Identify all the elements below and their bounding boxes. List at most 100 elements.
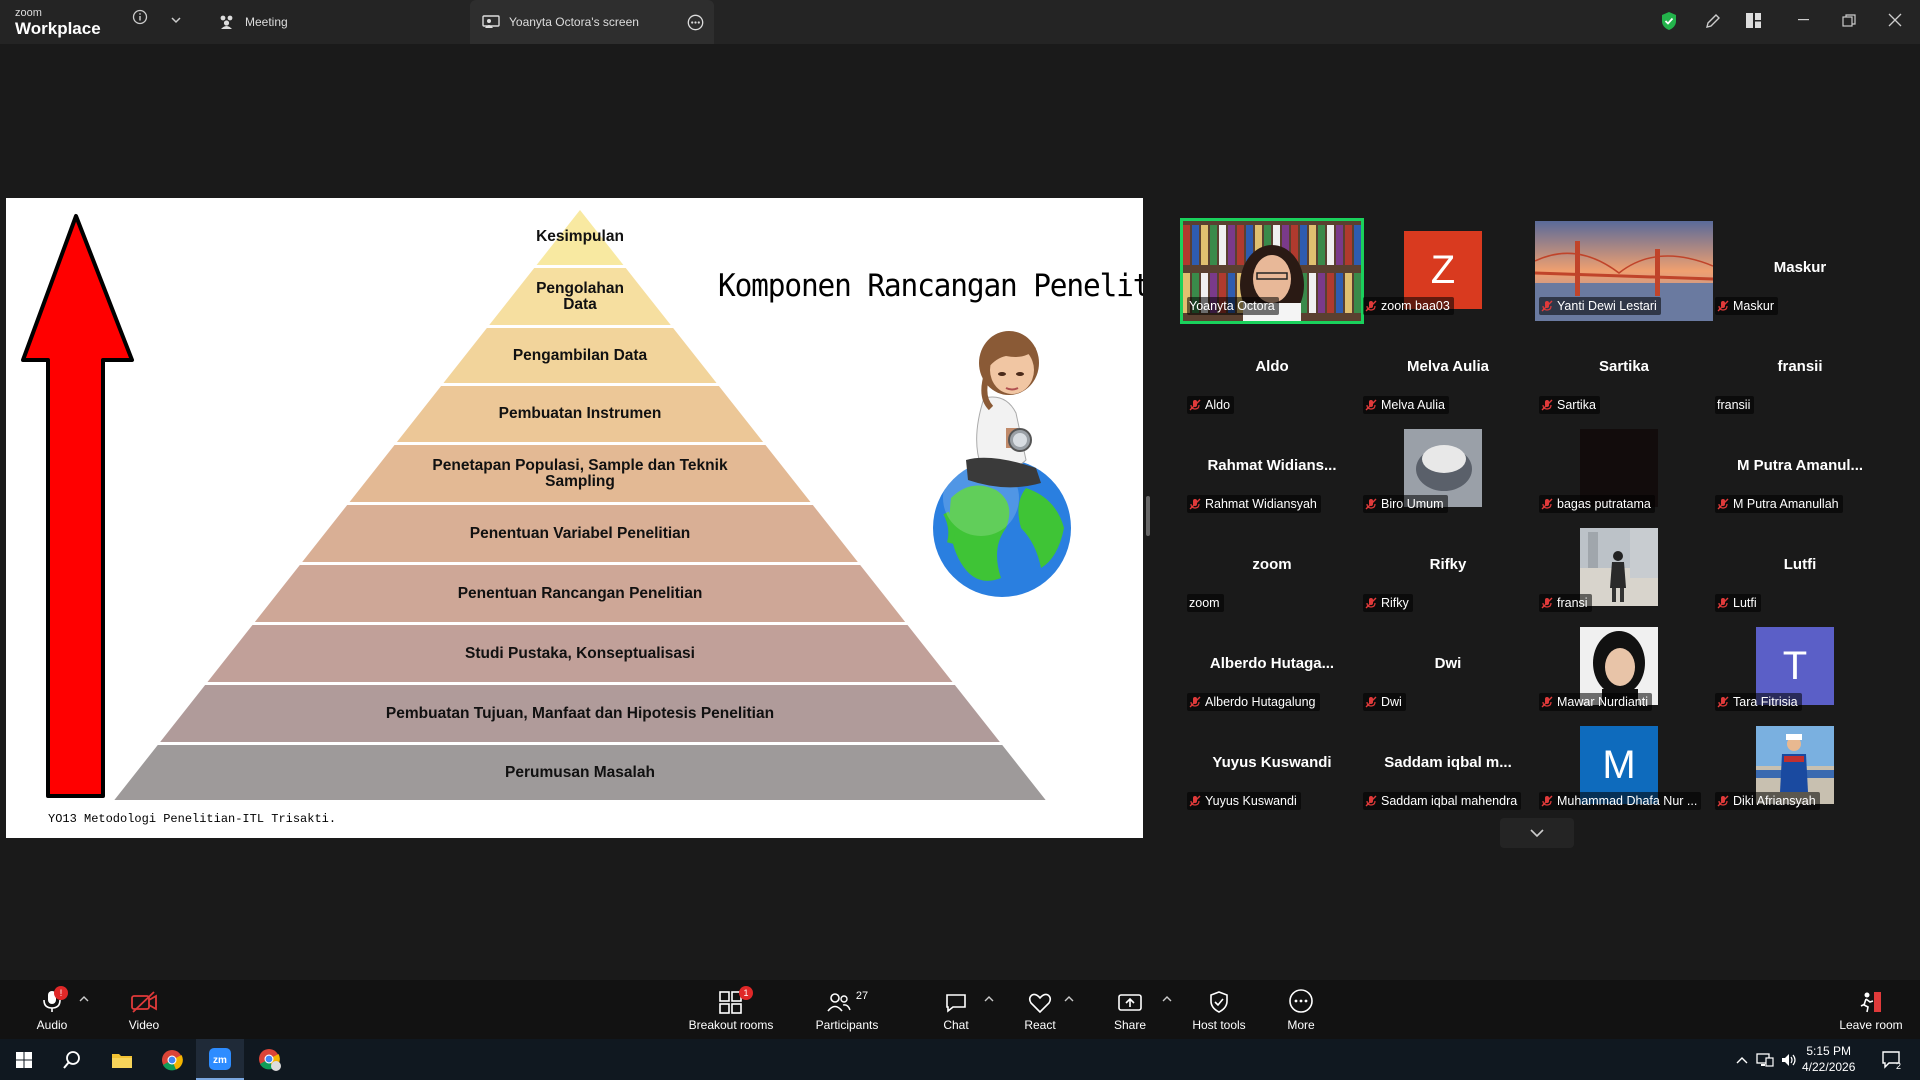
tab-meeting[interactable]: Meeting — [206, 0, 300, 44]
windows-start-icon[interactable] — [0, 1039, 48, 1080]
participant-tile[interactable]: Maskur Maskur — [1711, 221, 1889, 321]
gallery-next-page-button[interactable] — [1500, 818, 1574, 848]
audio-button[interactable]: Audio ! — [28, 986, 76, 1032]
tab-screen-share[interactable]: Yoanyta Octora's screen — [470, 0, 714, 44]
participant-tile[interactable]: Alberdo Hutaga... Alberdo Hutagalung — [1183, 617, 1361, 717]
participant-name-label: Biro Umum — [1363, 495, 1448, 513]
host-tools-shield-icon — [1210, 991, 1228, 1013]
participant-display-name: zoom — [1252, 556, 1292, 573]
host-tools-button[interactable]: Host tools — [1188, 988, 1250, 1032]
participant-name-label: Lutfi — [1715, 594, 1761, 612]
share-button[interactable]: Share — [1110, 988, 1150, 1032]
participant-name-label: fransi — [1539, 594, 1592, 612]
participant-tile[interactable]: fransi — [1535, 518, 1713, 618]
participant-display-name: Sartika — [1598, 358, 1650, 375]
search-icon[interactable] — [48, 1039, 96, 1080]
audio-alert-badge: ! — [54, 986, 68, 1000]
notification-center-icon[interactable]: 2 — [1872, 1039, 1912, 1080]
share-screen-icon — [1118, 994, 1142, 1011]
annotate-pencil-icon[interactable] — [1704, 12, 1722, 35]
participant-tile[interactable]: Aldo Aldo — [1183, 320, 1361, 420]
participant-tile[interactable]: M Muhammad Dhafa Nur ... — [1535, 716, 1713, 816]
leave-room-label: Leave room — [1839, 1018, 1903, 1032]
close-icon[interactable] — [1888, 13, 1902, 32]
participant-name-label: Aldo — [1187, 396, 1235, 414]
minimize-icon[interactable] — [1797, 12, 1811, 31]
pyramid-level-label: Pembuatan Tujuan, Manfaat dan Hipotesis … — [385, 704, 775, 722]
participant-tile[interactable]: Yuyus Kuswandi Yuyus Kuswandi — [1183, 716, 1361, 816]
participant-display-name: Saddam iqbal m... — [1384, 754, 1512, 771]
chat-options-caret-icon[interactable] — [984, 994, 994, 1006]
tab-screen-share-label: Yoanyta Octora's screen — [509, 15, 639, 29]
shield-icon[interactable] — [1660, 11, 1678, 36]
participant-name-label: Sartika — [1539, 396, 1600, 414]
participant-tile[interactable]: fransii fransii — [1711, 320, 1889, 420]
muted-mic-icon — [1189, 399, 1201, 411]
more-options-icon[interactable] — [687, 14, 704, 31]
participant-tile[interactable]: Mawar Nurdianti — [1535, 617, 1713, 717]
participants-button[interactable]: 27 Participants — [812, 988, 882, 1032]
panel-resize-handle[interactable] — [1146, 496, 1150, 536]
participant-tile[interactable]: Rifky Rifky — [1359, 518, 1537, 618]
chrome-profile-icon[interactable] — [246, 1039, 294, 1080]
file-explorer-icon[interactable] — [98, 1039, 146, 1080]
show-hidden-icons-caret-icon[interactable] — [1730, 1039, 1754, 1080]
pyramid-level-label: Pengolahan Data — [536, 279, 624, 313]
tab-meeting-label: Meeting — [245, 15, 288, 29]
chat-button[interactable]: Chat — [936, 988, 976, 1032]
meeting-info-icon[interactable] — [132, 9, 148, 28]
participant-name: Lutfi — [1733, 596, 1757, 610]
pyramid-level-label: Perumusan Masalah — [505, 763, 655, 781]
participant-name-label: Muhammad Dhafa Nur ... — [1539, 792, 1702, 810]
participant-tile[interactable]: Diki Afriansyah — [1711, 716, 1889, 816]
chevron-down-icon — [1530, 829, 1544, 838]
participant-tile[interactable]: Yanti Dewi Lestari — [1535, 221, 1713, 321]
participant-tile[interactable]: Lutfi Lutfi — [1711, 518, 1889, 618]
participant-name: Biro Umum — [1381, 497, 1444, 511]
participants-icon — [827, 993, 851, 1012]
volume-icon[interactable] — [1776, 1039, 1802, 1080]
zoom-app-icon[interactable]: zm — [196, 1039, 244, 1080]
muted-mic-icon — [1541, 498, 1553, 510]
more-button[interactable]: More — [1281, 988, 1321, 1032]
participant-name: Alberdo Hutagalung — [1205, 695, 1316, 709]
participant-tile[interactable]: M Putra Amanul... M Putra Amanullah — [1711, 419, 1889, 519]
muted-mic-icon — [1717, 597, 1729, 609]
participant-tile[interactable]: Biro Umum — [1359, 419, 1537, 519]
participant-tile[interactable]: Zzoom baa03 — [1359, 221, 1537, 321]
windows-taskbar: zm 5:15 PM 4/22/2026 2 — [0, 1039, 1920, 1080]
participant-display-name: Lutfi — [1783, 556, 1817, 573]
participant-tile[interactable]: T Tara Fitrisia — [1711, 617, 1889, 717]
muted-mic-icon — [1541, 696, 1553, 708]
participant-tile[interactable]: Sartika Sartika — [1535, 320, 1713, 420]
breakout-rooms-button[interactable]: Breakout rooms 1 — [684, 986, 778, 1032]
muted-mic-icon — [1365, 399, 1377, 411]
restore-icon[interactable] — [1842, 14, 1856, 33]
participant-tile[interactable]: Melva Aulia Melva Aulia — [1359, 320, 1537, 420]
participant-display-name: Yuyus Kuswandi — [1212, 754, 1332, 771]
share-options-caret-icon[interactable] — [1162, 994, 1172, 1006]
react-button[interactable]: React — [1020, 988, 1060, 1032]
chrome-icon[interactable] — [148, 1039, 196, 1080]
participant-tile[interactable]: bagas putratama — [1535, 419, 1713, 519]
participant-tile[interactable]: Dwi Dwi — [1359, 617, 1537, 717]
audio-options-caret-icon[interactable] — [79, 994, 89, 1006]
share-label: Share — [1113, 1018, 1147, 1032]
react-options-caret-icon[interactable] — [1064, 994, 1074, 1006]
chevron-down-icon[interactable] — [170, 12, 182, 28]
participant-tile[interactable]: Rahmat Widians... Rahmat Widiansyah — [1183, 419, 1361, 519]
participant-name: M Putra Amanullah — [1733, 497, 1839, 511]
muted-mic-icon — [1365, 300, 1377, 312]
video-button[interactable]: Video — [120, 988, 168, 1032]
leave-room-button[interactable]: Leave room — [1836, 988, 1906, 1032]
participant-name: Diki Afriansyah — [1733, 794, 1816, 808]
breakout-rooms-label: Breakout rooms — [688, 1018, 774, 1032]
muted-mic-icon — [1365, 597, 1377, 609]
network-icon[interactable] — [1752, 1039, 1778, 1080]
participant-tile[interactable]: Yoanyta Octora — [1180, 218, 1364, 324]
participant-tile[interactable]: zoom zoom — [1183, 518, 1361, 618]
taskbar-clock[interactable]: 5:15 PM 4/22/2026 — [1802, 1043, 1855, 1075]
participant-tile[interactable]: Saddam iqbal m... Saddam iqbal mahendra — [1359, 716, 1537, 816]
view-layout-icon[interactable] — [1745, 12, 1762, 34]
pyramid-level-label: Penetapan Populasi, Sample dan Teknik Sa… — [432, 456, 728, 490]
